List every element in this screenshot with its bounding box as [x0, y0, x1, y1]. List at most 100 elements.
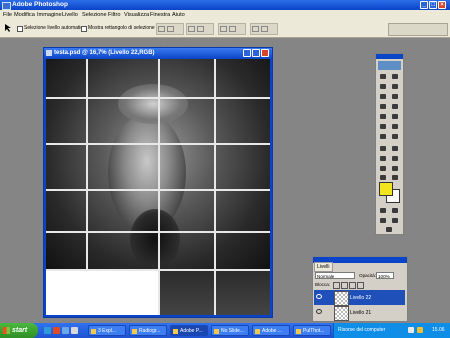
doc-minimize-button[interactable] [243, 49, 251, 57]
maximize-button[interactable]: □ [429, 1, 437, 9]
tile-seam [46, 269, 270, 271]
menu-file[interactable]: File [3, 12, 12, 18]
move-tool-icon[interactable] [4, 24, 12, 32]
beard-image [130, 209, 180, 269]
menu-modifica[interactable]: Modifica [14, 12, 35, 18]
type-tool-icon[interactable] [390, 144, 400, 153]
imageready-jump-icon[interactable] [384, 225, 394, 234]
stamp-tool-icon[interactable] [378, 112, 388, 121]
doc-maximize-button[interactable] [252, 49, 260, 57]
taskbar-item-explorer[interactable]: 3 Expl... [88, 325, 126, 336]
pen-tool-icon[interactable] [378, 154, 388, 163]
menu-livello[interactable]: Livello [62, 12, 78, 18]
align-buttons-group[interactable] [156, 23, 184, 44]
menu-finestra[interactable]: Finestra [150, 12, 170, 18]
minimize-button[interactable]: _ [420, 1, 428, 9]
windows-taskbar: start 3 Expl... Radiogr... Adobe P... No… [0, 323, 450, 338]
screen-mode-icon[interactable] [378, 216, 388, 225]
quicklaunch-ie-icon[interactable] [44, 327, 51, 334]
layer-row[interactable]: Livello 21 [314, 305, 405, 321]
crop-tool-icon[interactable] [378, 92, 388, 101]
palette-well[interactable] [388, 23, 448, 36]
start-button[interactable]: start [0, 323, 38, 338]
quick-mask-mode-icon[interactable] [390, 206, 400, 215]
taskbar-item-adobe[interactable]: Adobe ... [252, 325, 290, 336]
marquee-tool-icon[interactable] [378, 72, 388, 81]
photoshop-logo-icon[interactable] [378, 61, 401, 70]
lock-pixels-icon[interactable] [341, 282, 348, 289]
zoom-tool-icon[interactable] [390, 173, 400, 182]
move-tool-icon[interactable] [390, 72, 400, 81]
dodge-tool-icon[interactable] [390, 132, 400, 141]
tile-seam [86, 59, 88, 271]
show-bounds-checkbox[interactable] [81, 26, 87, 32]
hand-tool-icon[interactable] [378, 173, 388, 182]
close-button[interactable]: × [438, 1, 446, 9]
eraser-tool-icon[interactable] [378, 122, 388, 131]
layer-row[interactable]: Livello 22 [314, 290, 405, 306]
document-title-bar[interactable]: testa.psd @ 16,7% (Livello 22,RGB) [44, 48, 272, 59]
align-buttons-group-2[interactable] [186, 23, 214, 44]
shape-tool-icon[interactable] [390, 154, 400, 163]
visibility-eye-icon[interactable] [316, 294, 322, 299]
full-screen-mode-icon[interactable] [390, 216, 400, 225]
foreground-color-swatch[interactable] [379, 182, 393, 196]
blend-mode-select[interactable]: Normale [315, 272, 355, 279]
options-bar: Selezione livello automatica Mostra rett… [0, 20, 450, 44]
auto-select-checkbox[interactable] [17, 26, 23, 32]
lock-all-icon[interactable] [357, 282, 364, 289]
tray-volume-icon[interactable] [417, 327, 423, 333]
taskbar-item-photoshop[interactable]: Adobe P... [170, 325, 208, 336]
auto-select-label: Selezione livello automatica [24, 25, 86, 31]
toolbox-header[interactable] [376, 54, 403, 59]
document-icon [46, 50, 52, 56]
document-title: testa.psd @ 16,7% (Livello 22,RGB) [54, 50, 155, 56]
distribute-buttons-group[interactable] [218, 23, 246, 44]
menu-selezione[interactable]: Selezione [82, 12, 107, 18]
quicklaunch-app-icon[interactable] [53, 327, 60, 334]
history-brush-tool-icon[interactable] [390, 112, 400, 121]
photoshop-icon [2, 2, 11, 10]
taskbar-item-slideshow[interactable]: No Slide... [211, 325, 249, 336]
healing-brush-tool-icon[interactable] [378, 102, 388, 111]
tab-layers[interactable]: Livelli [314, 262, 333, 272]
notes-tool-icon[interactable] [378, 164, 388, 173]
visibility-eye-icon[interactable] [316, 309, 322, 314]
doc-close-button[interactable] [261, 49, 269, 57]
blank-canvas-area [46, 271, 158, 315]
taskbar-item-radiografie[interactable]: Radiogr... [129, 325, 167, 336]
blur-tool-icon[interactable] [378, 132, 388, 141]
menu-immagine[interactable]: Immagine [37, 12, 62, 18]
layer-name: Livello 22 [350, 295, 372, 301]
start-label: start [12, 327, 28, 334]
quicklaunch-desktop-icon[interactable] [62, 327, 69, 334]
standard-mode-icon[interactable] [378, 206, 388, 215]
image-canvas[interactable] [46, 59, 270, 315]
menu-visualizza[interactable]: Visualizza [124, 12, 149, 18]
layers-palette[interactable]: Livelli Normale Opacità: 100% Blocca: Li… [312, 256, 408, 322]
eyedropper-tool-icon[interactable] [390, 164, 400, 173]
show-bounds-label: Mostra rettangolo di selezione [88, 25, 155, 31]
lasso-tool-icon[interactable] [378, 82, 388, 91]
tile-seam [46, 97, 270, 99]
slice-tool-icon[interactable] [390, 92, 400, 101]
gradient-tool-icon[interactable] [390, 122, 400, 131]
layer-thumbnail [334, 291, 349, 306]
brush-tool-icon[interactable] [390, 102, 400, 111]
app-title: Adobe Photoshop [12, 1, 68, 8]
tray-network-icon[interactable] [408, 327, 414, 333]
opacity-field[interactable]: 100% [376, 272, 394, 279]
toolbox-panel[interactable] [375, 53, 404, 235]
clock[interactable]: 15.06 [432, 323, 445, 338]
taskbar-item-pulthot[interactable]: PulThot... [293, 325, 331, 336]
document-window[interactable]: testa.psd @ 16,7% (Livello 22,RGB) [43, 47, 273, 318]
xray-bottom-strip [156, 269, 270, 315]
lock-position-icon[interactable] [349, 282, 356, 289]
path-selection-tool-icon[interactable] [378, 144, 388, 153]
menu-aiuto[interactable]: Aiuto [172, 12, 185, 18]
lock-transparency-icon[interactable] [333, 282, 340, 289]
quicklaunch-media-icon[interactable] [71, 327, 78, 334]
distribute-buttons-group-2[interactable] [250, 23, 278, 44]
menu-filtro[interactable]: Filtro [108, 12, 120, 18]
magic-wand-tool-icon[interactable] [390, 82, 400, 91]
